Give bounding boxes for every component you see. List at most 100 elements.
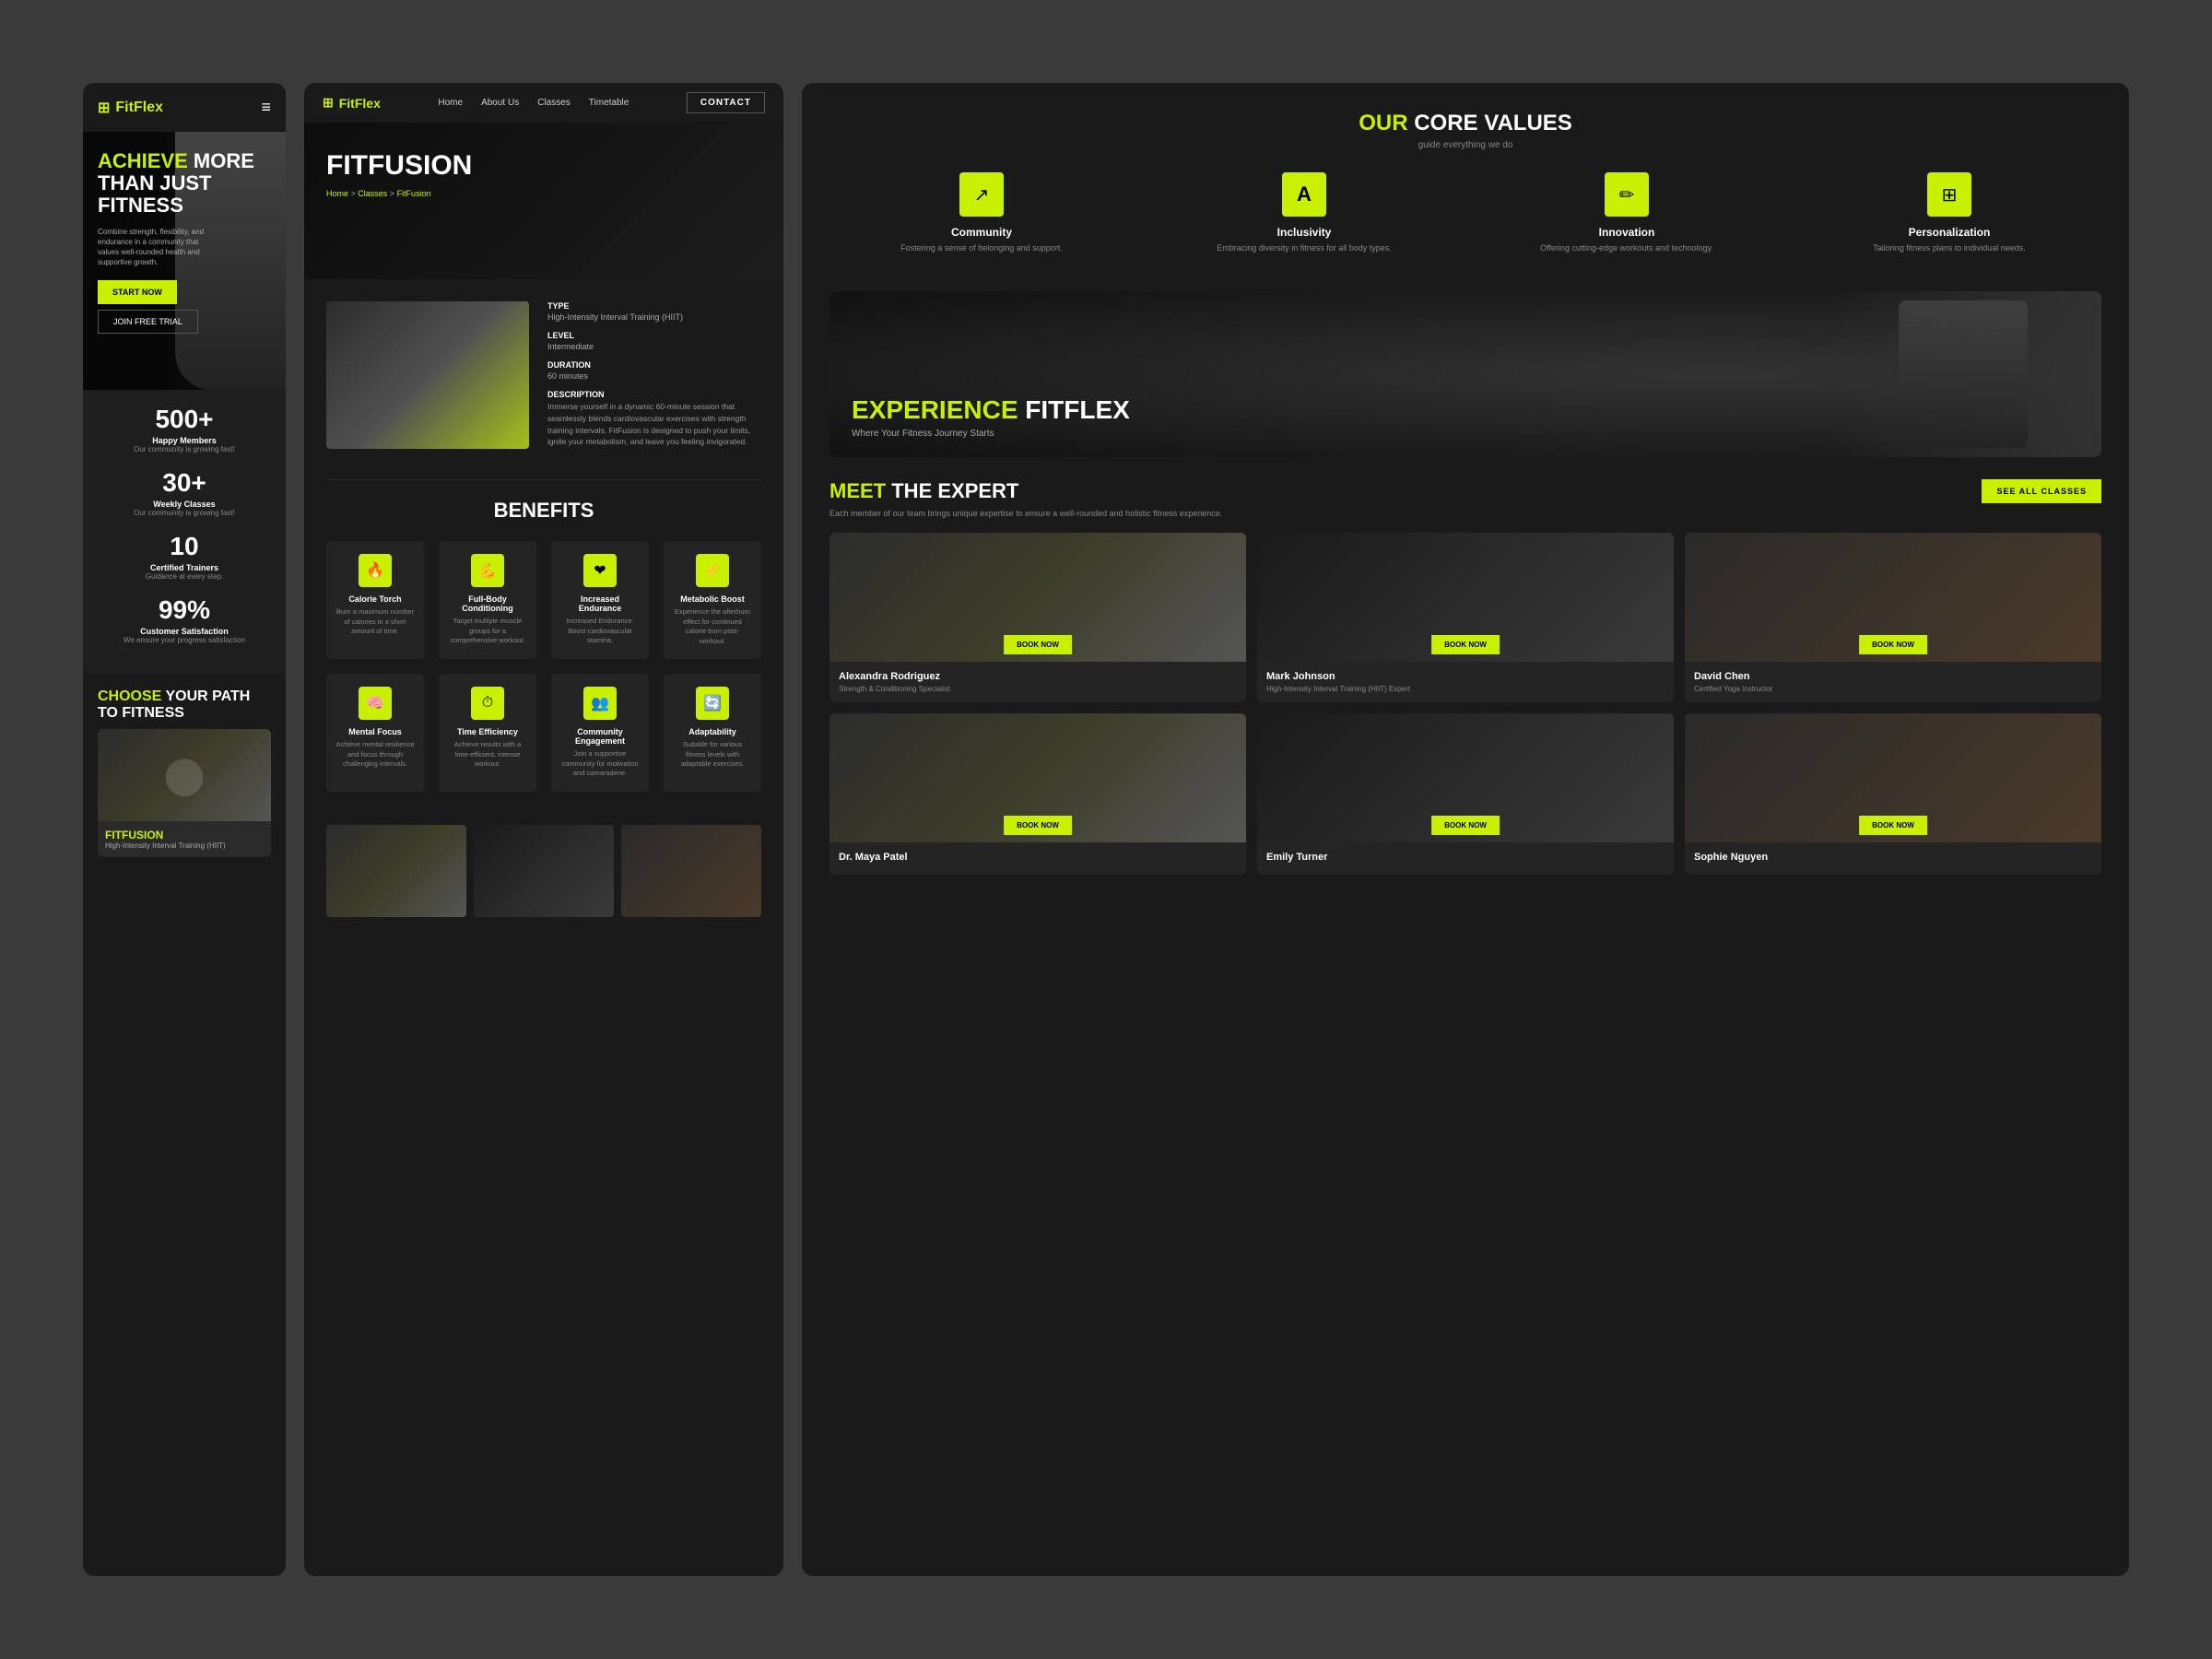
value-icon-personalization: ⊞ [1927, 172, 1971, 217]
expert-subtitle: Each member of our team brings unique ex… [830, 509, 2101, 518]
expert-card-2: BOOK NOW David Chen Certified Yoga Instr… [1685, 533, 2101, 702]
start-now-button[interactable]: START NOW [98, 280, 177, 304]
experience-banner: EXPERIENCE FITFLEX Where Your Fitness Jo… [830, 291, 2101, 457]
join-free-trial-button[interactable]: JOIN FREE TRIAL [98, 310, 198, 334]
book-now-button-3[interactable]: BOOK NOW [1004, 816, 1072, 835]
benefit-time: ⏱ Time Efficiency Achieve results with a… [439, 674, 536, 792]
see-all-classes-button[interactable]: SEE ALL CLASSES [1982, 479, 2101, 503]
book-now-button-2[interactable]: BOOK NOW [1859, 635, 1927, 654]
benefit-mental: 🧠 Mental Focus Achieve mental resilience… [326, 674, 424, 792]
logo-icon-desktop: ⊞ [323, 95, 334, 111]
class-duration-row: Duration 60 minutes [547, 360, 761, 381]
values-grid: ↗ Community Fostering a sense of belongi… [830, 172, 2101, 254]
stat-weekly-classes: 30+ Weekly Classes Our community is grow… [98, 468, 271, 517]
class-photo-3 [621, 825, 761, 917]
benefit-metabolic: ⚡ Metabolic Boost Experience the afterbu… [664, 541, 761, 659]
expert-card-1: BOOK NOW Mark Johnson High-Intensity Int… [1257, 533, 1674, 702]
benefit-icon-bolt: ⚡ [696, 554, 729, 587]
benefits-grid-top: 🔥 Calorie Torch Burn a maximum number of… [326, 541, 761, 659]
benefit-icon-fire: 🔥 [359, 554, 392, 587]
expert-info-1: Mark Johnson High-Intensity Interval Tra… [1257, 662, 1674, 702]
mobile-panel: ⊞ FitFlex ≡ ACHIEVE MORE THAN JUST FITNE… [83, 83, 286, 1576]
benefit-icon-clock: ⏱ [471, 687, 504, 720]
desktop-nav: Home About Us Classes Timetable [438, 98, 629, 108]
expert-image-2: BOOK NOW [1685, 533, 2101, 662]
expert-card-4: BOOK NOW Emily Turner [1257, 713, 1674, 875]
benefit-icon-brain: 🧠 [359, 687, 392, 720]
expert-header: MEET THE EXPERT SEE ALL CLASSES [830, 479, 2101, 503]
breadcrumb: Home > Classes > FitFusion [326, 189, 761, 198]
value-icon-community: ↗ [959, 172, 1004, 217]
benefit-icon-people: 👥 [583, 687, 617, 720]
core-values-section: OUR CORE VALUES guide everything we do ↗… [802, 83, 2129, 291]
book-now-button-5[interactable]: BOOK NOW [1859, 816, 1927, 835]
nav-classes[interactable]: Classes [537, 98, 571, 108]
expert-card-5: BOOK NOW Sophie Nguyen [1685, 713, 2101, 875]
expert-image-3: BOOK NOW [830, 713, 1246, 842]
mobile-class-card-fitfusion: ⬤ FITFUSION High-Intensity Interval Trai… [98, 729, 271, 857]
class-image-inner [326, 301, 529, 449]
value-innovation: ✏ Innovation Offering cutting-edge worko… [1475, 172, 1779, 254]
class-description-row: Description Immerse yourself in a dynami… [547, 390, 761, 448]
choose-section-title: CHOOSE YOUR PATH TO FITNESS [83, 674, 286, 729]
benefits-section: BENEFITS 🔥 Calorie Torch Burn a maximum … [304, 480, 783, 825]
expert-image-0: BOOK NOW [830, 533, 1246, 662]
stat-certified-trainers: 10 Certified Trainers Guidance at every … [98, 532, 271, 581]
book-now-button-0[interactable]: BOOK NOW [1004, 635, 1072, 654]
expert-section: MEET THE EXPERT SEE ALL CLASSES Each mem… [802, 479, 2129, 893]
benefit-full-body: 💪 Full-Body Conditioning Target multiple… [439, 541, 536, 659]
stat-customer-satisfaction: 99% Customer Satisfaction We ensure your… [98, 595, 271, 644]
class-photos-grid [304, 825, 783, 939]
expert-info-5: Sophie Nguyen [1685, 842, 2101, 875]
expert-info-3: Dr. Maya Patel [830, 842, 1246, 875]
benefit-endurance: ❤ Increased Endurance Increased Enduranc… [551, 541, 649, 659]
expert-image-1: BOOK NOW [1257, 533, 1674, 662]
experience-person [1825, 291, 2101, 457]
class-info: Type High-Intensity Interval Training (H… [547, 301, 761, 457]
mobile-class-image: ⬤ [98, 729, 271, 821]
hamburger-menu[interactable]: ≡ [261, 98, 271, 117]
benefit-adaptability: 🔄 Adaptability Suitable for various fitn… [664, 674, 761, 792]
nav-timetable[interactable]: Timetable [589, 98, 629, 108]
class-person-silhouette: ⬤ [98, 729, 271, 821]
nav-home[interactable]: Home [438, 98, 463, 108]
mobile-hero-subtitle: Combine strength, flexibility, and endur… [98, 227, 218, 268]
value-icon-innovation: ✏ [1605, 172, 1649, 217]
right-panel: OUR CORE VALUES guide everything we do ↗… [802, 83, 2129, 1576]
experience-title: EXPERIENCE FITFLEX [852, 395, 1130, 425]
mobile-hero: ACHIEVE MORE THAN JUST FITNESS Combine s… [83, 132, 286, 390]
benefit-icon-heart: ❤ [583, 554, 617, 587]
benefit-calorie-torch: 🔥 Calorie Torch Burn a maximum number of… [326, 541, 424, 659]
core-values-title: OUR CORE VALUES [830, 111, 2101, 136]
mobile-stats: 500+ Happy Members Our community is grow… [83, 390, 286, 674]
stat-happy-members: 500+ Happy Members Our community is grow… [98, 405, 271, 453]
value-inclusivity: A Inclusivity Embracing diversity in fit… [1152, 172, 1456, 254]
logo-icon: ⊞ [98, 99, 110, 117]
experience-subtitle: Where Your Fitness Journey Starts [852, 429, 1130, 439]
class-page-title: FITFUSION [326, 150, 761, 182]
benefit-icon-adapt: 🔄 [696, 687, 729, 720]
person-shape [1899, 300, 2028, 448]
value-community: ↗ Community Fostering a sense of belongi… [830, 172, 1134, 254]
mobile-logo: ⊞ FitFlex [98, 99, 163, 117]
experts-grid: BOOK NOW Alexandra Rodriguez Strength & … [830, 533, 2101, 875]
desktop-logo: ⊞ FitFlex [323, 95, 381, 111]
core-values-subtitle: guide everything we do [830, 140, 2101, 150]
value-icon-inclusivity: A [1282, 172, 1326, 217]
benefits-grid-bottom: 🧠 Mental Focus Achieve mental resilience… [326, 674, 761, 792]
nav-about[interactable]: About Us [481, 98, 519, 108]
book-now-button-1[interactable]: BOOK NOW [1431, 635, 1500, 654]
experience-banner-content: EXPERIENCE FITFLEX Where Your Fitness Jo… [830, 377, 1152, 457]
mobile-header: ⊞ FitFlex ≡ [83, 83, 286, 132]
class-photo-1 [326, 825, 466, 917]
benefits-title: BENEFITS [326, 499, 761, 523]
book-now-button-4[interactable]: BOOK NOW [1431, 816, 1500, 835]
class-hero: FITFUSION Home > Classes > FitFusion [304, 123, 783, 279]
mobile-class-list: ⬤ FITFUSION High-Intensity Interval Trai… [83, 729, 286, 883]
expert-image-4: BOOK NOW [1257, 713, 1674, 842]
class-hero-content: FITFUSION Home > Classes > FitFusion [304, 123, 783, 226]
expert-card-0: BOOK NOW Alexandra Rodriguez Strength & … [830, 533, 1246, 702]
class-detail-panel: ⊞ FitFlex Home About Us Classes Timetabl… [304, 83, 783, 1576]
benefit-icon-muscle: 💪 [471, 554, 504, 587]
contact-button[interactable]: CONTACT [687, 92, 765, 113]
